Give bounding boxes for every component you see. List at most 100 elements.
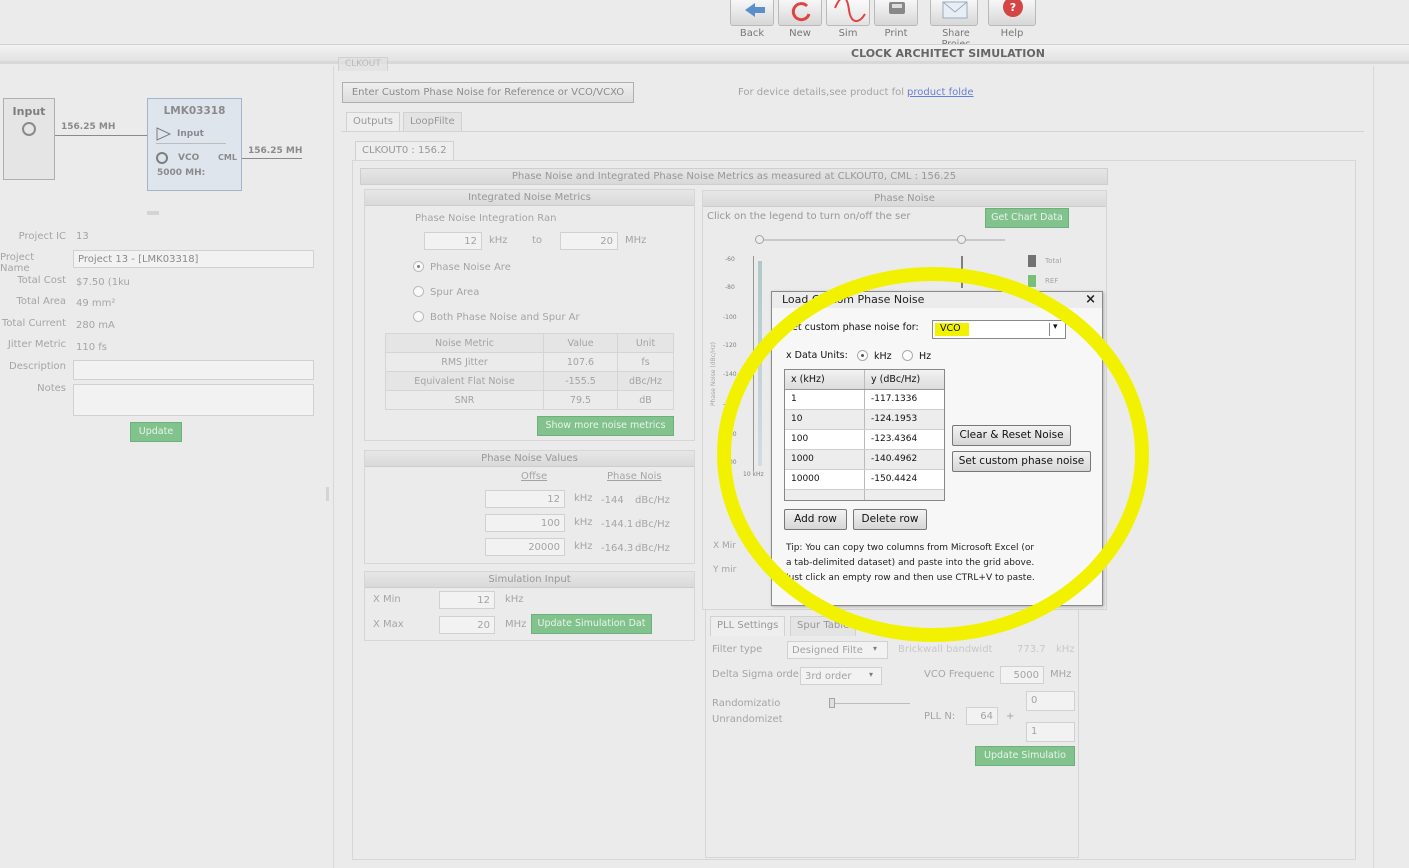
description-field[interactable]: [73, 360, 314, 380]
xmax-field[interactable]: 20: [439, 616, 495, 634]
sim-button[interactable]: [826, 0, 870, 26]
splitter-handle[interactable]: [326, 487, 329, 501]
legend-total-label[interactable]: Total: [1045, 257, 1061, 265]
show-more-metrics-button[interactable]: Show more noise metrics: [537, 416, 674, 436]
unit-khz-radio[interactable]: kHz: [857, 350, 892, 362]
filter-type-label: Filter type: [712, 644, 763, 655]
y-tick-label: -100: [723, 314, 737, 321]
update-simulation-button[interactable]: Update Simulatio: [975, 746, 1075, 766]
project-update-button[interactable]: Update: [130, 422, 182, 442]
grid-x-cell[interactable]: 1: [785, 390, 865, 409]
integration-to-label: to: [532, 235, 543, 246]
tab-clkout[interactable]: CLKOUT: [338, 57, 388, 71]
pn-value: -164.3: [601, 543, 634, 554]
table-row[interactable]: 10000 -150.4424: [785, 470, 944, 490]
grid-y-cell[interactable]: -150.4424: [865, 470, 944, 489]
custom-phase-noise-button[interactable]: Enter Custom Phase Noise for Reference o…: [342, 82, 634, 103]
device-details-text: For device details,see product fol: [738, 87, 905, 98]
table-row[interactable]: 1000 -140.4962: [785, 450, 944, 470]
integration-from-field[interactable]: 12: [424, 232, 482, 250]
grid-x-cell[interactable]: [785, 490, 865, 500]
notes-field[interactable]: [73, 384, 314, 416]
description-label: Description: [9, 361, 66, 372]
pll-n-field[interactable]: 64: [966, 707, 998, 725]
device-name: LMK03318: [163, 105, 226, 117]
phase-noise-header: Phase Nois: [607, 471, 662, 482]
diagram-resize-handle[interactable]: [147, 211, 159, 215]
close-icon[interactable]: ×: [1085, 292, 1096, 307]
tab-clkout0[interactable]: CLKOUT0 : 156.2: [355, 141, 454, 161]
grid-y-cell[interactable]: [865, 490, 944, 500]
add-row-button[interactable]: Add row: [784, 509, 847, 530]
device-select[interactable]: VCO ▾: [932, 320, 1066, 339]
get-chart-data-button[interactable]: Get Chart Data: [985, 208, 1069, 228]
lmk-device-block[interactable]: LMK03318 Input VCO CML 5000 MH:: [147, 98, 242, 191]
legend-total-swatch[interactable]: [1028, 255, 1036, 267]
print-button[interactable]: [874, 0, 918, 26]
radio-phase-noise-area[interactable]: Phase Noise Are: [413, 261, 511, 273]
slider-handle-right[interactable]: [957, 235, 966, 244]
integration-to-field[interactable]: 20: [560, 232, 618, 250]
new-label: New: [789, 28, 811, 39]
legend-ref-label[interactable]: REF: [1045, 277, 1058, 285]
unit-hz-radio[interactable]: Hz: [902, 350, 931, 362]
pll-denominator-field[interactable]: 1: [1026, 722, 1075, 742]
pn-unit: dBc/Hz: [635, 543, 670, 554]
help-button[interactable]: ?: [988, 0, 1036, 26]
grid-y-cell[interactable]: -124.1953: [865, 410, 944, 429]
chevron-down-icon: ▾: [1053, 322, 1058, 332]
grid-x-cell[interactable]: 100: [785, 430, 865, 449]
noise-metrics-table: Noise Metric Value Unit RMS Jitter 107.6 fs …: [385, 333, 674, 410]
col-unit: Unit: [617, 333, 674, 353]
chart-range-slider[interactable]: [759, 239, 1005, 241]
radio-spur-area[interactable]: Spur Area: [413, 286, 479, 298]
chart-series-band: [758, 261, 762, 466]
slider-handle-left[interactable]: [755, 235, 764, 244]
input-block-label: Input: [12, 105, 46, 118]
table-row[interactable]: 1 -117.1336: [785, 390, 944, 410]
xmax-label: X Max: [373, 619, 404, 630]
grid-x-cell[interactable]: 10000: [785, 470, 865, 489]
randomization-slider[interactable]: [830, 703, 910, 704]
update-simulation-data-button[interactable]: Update Simulation Dat: [531, 614, 652, 634]
tab-spur-table[interactable]: Spur Table: [790, 616, 857, 636]
set-custom-phase-noise-button[interactable]: Set custom phase noise: [952, 451, 1091, 472]
grid-x-cell[interactable]: 1000: [785, 450, 865, 469]
table-row[interactable]: 100 -123.4364: [785, 430, 944, 450]
share-project-button[interactable]: [930, 0, 978, 26]
grid-x-cell[interactable]: 10: [785, 410, 865, 429]
grid-y-cell[interactable]: -123.4364: [865, 430, 944, 449]
back-button[interactable]: [730, 0, 774, 26]
grid-header-row: x (kHz) y (dBc/Hz): [785, 370, 944, 390]
metric-unit: dB: [617, 390, 674, 410]
tab-outputs[interactable]: Outputs: [346, 112, 400, 132]
delete-row-button[interactable]: Delete row: [853, 509, 927, 530]
input-block[interactable]: Input: [3, 98, 55, 180]
col-noise-metric: Noise Metric: [385, 333, 544, 353]
tab-loopfilter[interactable]: LoopFilte: [403, 112, 462, 132]
new-button[interactable]: [778, 0, 822, 26]
empty-row[interactable]: [785, 490, 944, 500]
tab-pll-settings[interactable]: PLL Settings: [710, 616, 786, 636]
grid-y-cell[interactable]: -140.4962: [865, 450, 944, 469]
legend-ref-swatch[interactable]: [1028, 275, 1036, 287]
table-row[interactable]: 10 -124.1953: [785, 410, 944, 430]
clear-reset-noise-button[interactable]: Clear & Reset Noise: [952, 425, 1071, 446]
grid-y-cell[interactable]: -117.1336: [865, 390, 944, 409]
randomization-label: Randomizatio: [712, 698, 781, 709]
randomization-slider-thumb[interactable]: [829, 698, 835, 708]
offset-field[interactable]: 100: [485, 514, 565, 532]
offset-field[interactable]: 12: [485, 490, 565, 508]
radio-both-area[interactable]: Both Phase Noise and Spur Ar: [413, 311, 580, 323]
integration-to-unit: MHz: [625, 235, 647, 246]
table-row: Equivalent Flat Noise -155.5 dBc/Hz: [385, 371, 674, 391]
xmin-field[interactable]: 12: [439, 591, 495, 609]
vco-frequency-field[interactable]: 5000: [1000, 666, 1044, 684]
total-area-label: Total Area: [16, 296, 66, 307]
project-name-field[interactable]: Project 13 - [LMK03318]: [73, 250, 314, 268]
pll-numerator-field[interactable]: 0: [1026, 691, 1075, 711]
offset-field[interactable]: 20000: [485, 538, 565, 556]
product-folder-link[interactable]: product folde: [907, 87, 974, 98]
input-connector: [55, 135, 147, 136]
help-label: Help: [1000, 28, 1024, 39]
